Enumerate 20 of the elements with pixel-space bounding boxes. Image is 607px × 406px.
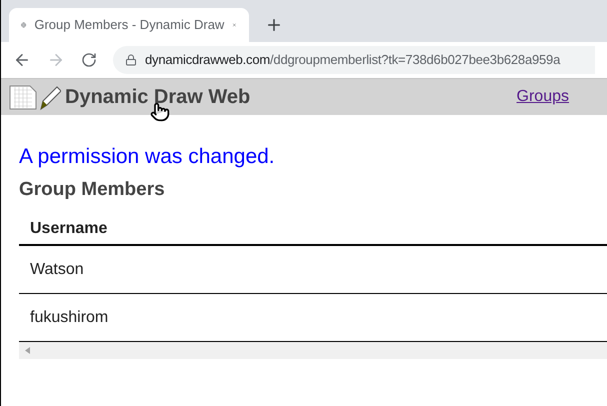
table-cell-text: fukushirom: [30, 308, 108, 328]
scroll-left-icon[interactable]: [25, 347, 30, 354]
column-header: Username: [30, 218, 108, 238]
url-text: dynamicdrawweb.com/ddgroupmemberlist?tk=738d6b027bee3b628a959a: [145, 51, 560, 70]
page-heading: Group Members: [19, 178, 166, 202]
address-bar[interactable]: dynamicdrawweb.com/ddgroupmemberlist?tk=738d6b027bee3b628a959a: [113, 46, 595, 74]
tab-title: Group Members - Dynamic Draw: [34, 16, 224, 34]
logo-icon: [9, 83, 61, 111]
new-tab-icon[interactable]: [265, 16, 283, 34]
reload-icon[interactable]: [81, 52, 97, 68]
pointer-cursor-icon: [150, 102, 170, 122]
back-icon[interactable]: [13, 51, 31, 69]
groups-link[interactable]: Groups: [516, 85, 569, 109]
horizontal-scrollbar[interactable]: [19, 342, 607, 359]
lock-icon: [125, 54, 137, 66]
table-cell-text: Watson: [30, 260, 84, 280]
forward-icon[interactable]: [47, 51, 65, 69]
status-message: A permission was changed.: [19, 144, 276, 170]
site-title[interactable]: Dynamic Draw Web: [65, 82, 250, 112]
browser-tab[interactable]: Group Members - Dynamic Draw: [9, 8, 249, 42]
